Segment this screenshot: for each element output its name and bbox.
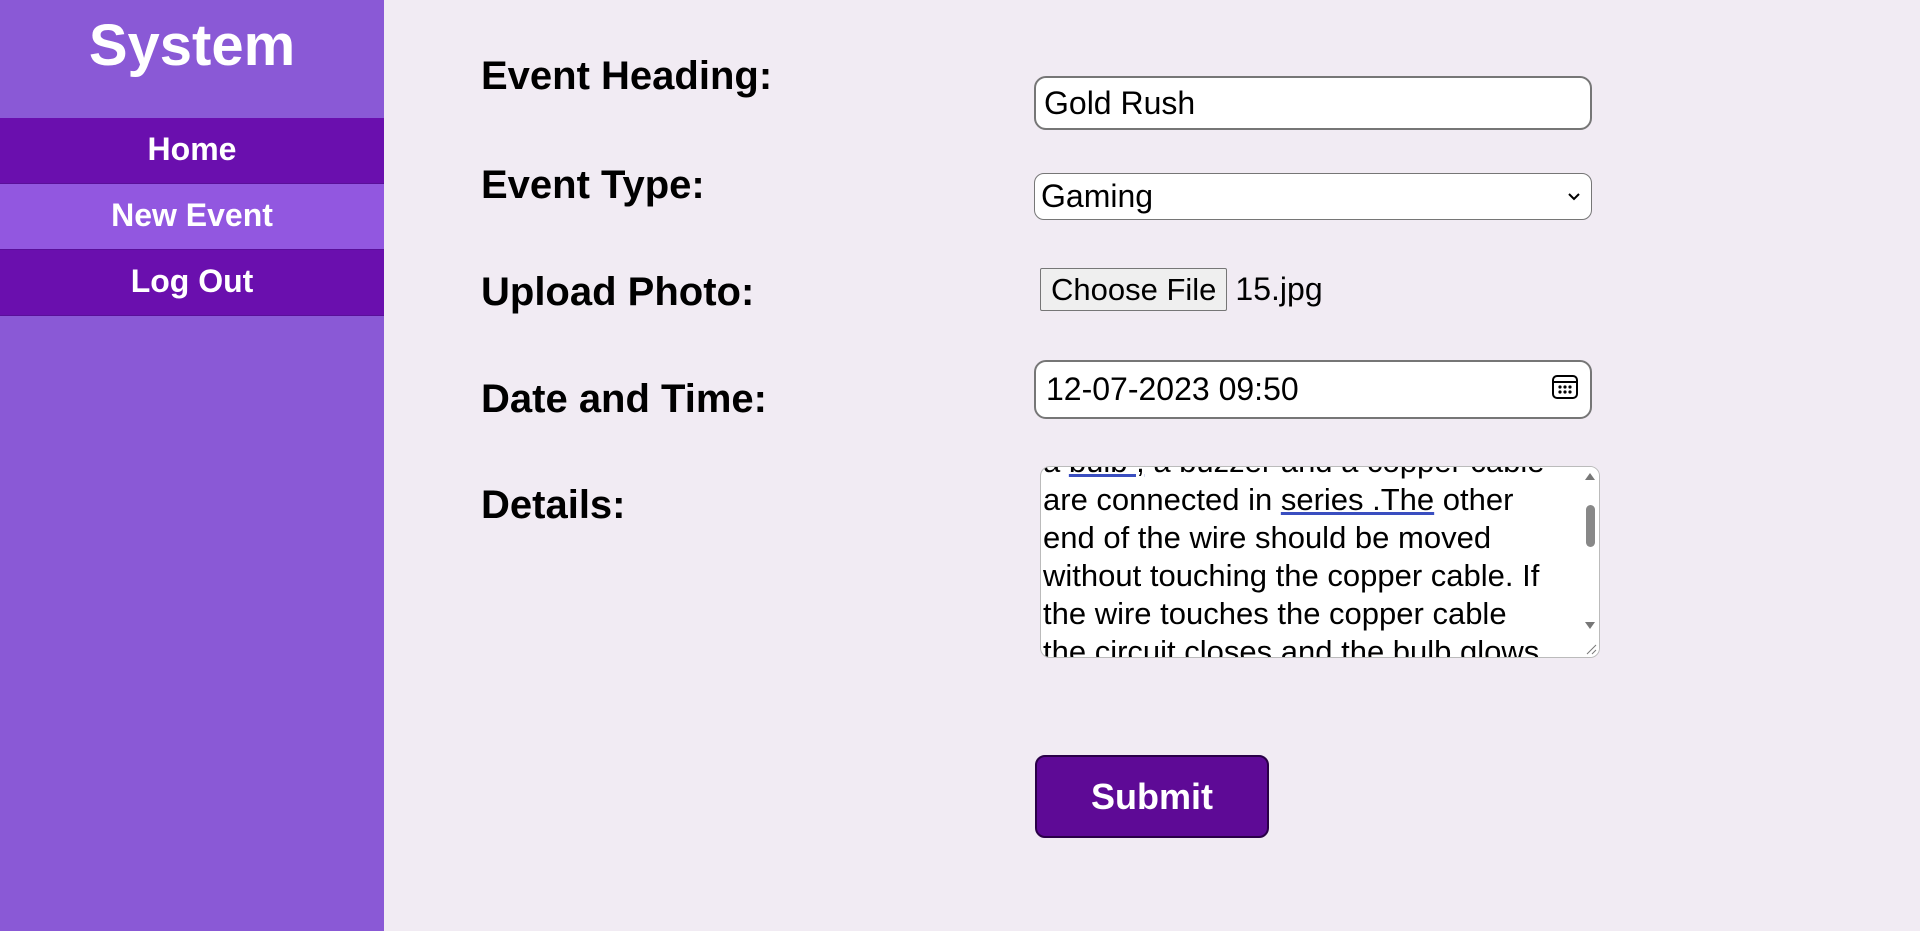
date-time-input[interactable]: 12-07-2023 09:50 (1034, 360, 1592, 419)
sidebar-item-new-event[interactable]: New Event (0, 184, 384, 250)
submit-button[interactable]: Submit (1035, 755, 1269, 838)
details-label: Details: (481, 483, 626, 527)
date-time-label: Date and Time: (481, 377, 767, 421)
sidebar: System Home New Event Log Out (0, 0, 384, 931)
event-type-selected-value: Gaming (1041, 178, 1154, 214)
photo-file-input: Choose File 15.jpg (1040, 268, 1323, 311)
details-scrollbar[interactable] (1581, 467, 1599, 657)
details-line: end of the wire should be moved (1043, 520, 1492, 555)
calendar-icon[interactable] (1550, 371, 1580, 409)
event-type-select[interactable]: Gaming (1034, 173, 1592, 220)
event-heading-input[interactable] (1034, 76, 1592, 130)
chevron-down-icon (1567, 186, 1581, 207)
choose-file-button[interactable]: Choose File (1040, 268, 1228, 311)
upload-photo-label: Upload Photo: (481, 270, 755, 314)
resize-handle-icon[interactable] (1583, 641, 1597, 655)
details-line: without touching the copper cable. If (1043, 558, 1540, 593)
details-line: the wire touches the copper cable (1043, 596, 1507, 631)
scrollbar-thumb[interactable] (1586, 505, 1595, 547)
details-line: the circuit closes and the bulb glows (1043, 634, 1540, 658)
event-type-label: Event Type: (481, 163, 705, 207)
sidebar-item-log-out[interactable]: Log Out (0, 250, 384, 316)
scroll-down-icon[interactable] (1585, 622, 1595, 629)
event-heading-label: Event Heading: (481, 54, 773, 98)
scroll-up-icon[interactable] (1585, 473, 1595, 480)
sidebar-item-home[interactable]: Home (0, 118, 384, 184)
date-time-value: 12-07-2023 09:50 (1046, 371, 1299, 407)
selected-filename: 15.jpg (1235, 271, 1323, 307)
brand-title: System (88, 13, 296, 78)
details-line: a bulb , a buzzer and a copper cable (1043, 467, 1575, 481)
details-line: are connected in series .The other (1043, 482, 1514, 517)
details-textarea[interactable]: a bulb , a buzzer and a copper cableare … (1040, 466, 1600, 658)
details-text: a bulb , a buzzer and a copper cableare … (1043, 467, 1575, 658)
